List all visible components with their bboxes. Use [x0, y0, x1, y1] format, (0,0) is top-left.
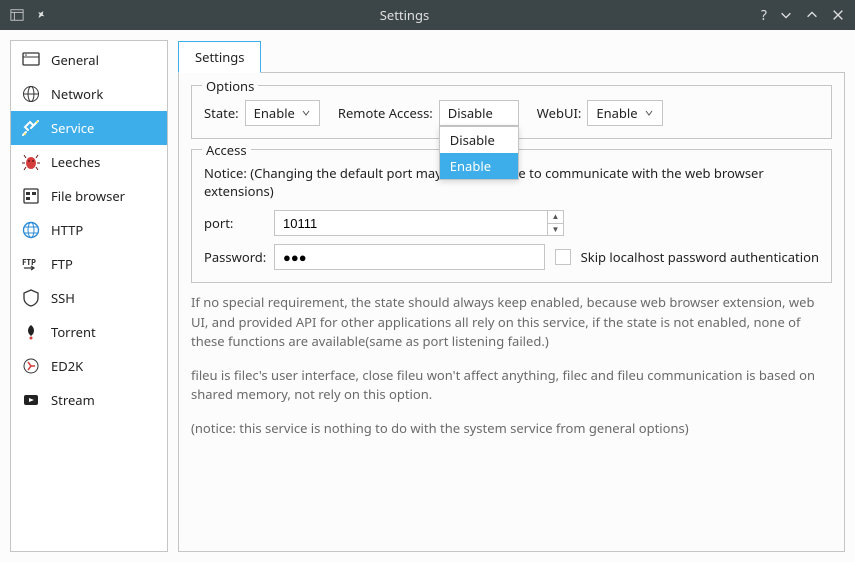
maximize-icon[interactable] — [805, 8, 819, 22]
leeches-icon — [21, 152, 41, 172]
sidebar-item-label: File browser — [51, 187, 125, 205]
skip-localhost-checkbox[interactable] — [555, 249, 571, 265]
sidebar-item-torrent[interactable]: Torrent — [11, 315, 167, 349]
port-spinbox[interactable]: ▲ ▼ — [274, 210, 564, 236]
content-panel: Settings Options State: Enable Remote Ac… — [178, 40, 845, 552]
sidebar-item-stream[interactable]: Stream — [11, 383, 167, 417]
remote-access-dropdown: Disable Enable — [439, 126, 519, 180]
info-block: If no special requirement, the state sho… — [191, 293, 832, 452]
titlebar: Settings ? — [0, 0, 855, 30]
help-icon[interactable]: ? — [761, 6, 767, 25]
remote-access-option-disable[interactable]: Disable — [440, 127, 518, 153]
sidebar-item-leeches[interactable]: Leeches — [11, 145, 167, 179]
network-icon — [21, 84, 41, 104]
port-label: port: — [204, 214, 264, 232]
info-paragraph-1: If no special requirement, the state sho… — [191, 293, 832, 352]
sidebar-item-ssh[interactable]: SSH — [11, 281, 167, 315]
info-paragraph-2: fileu is filec's user interface, close f… — [191, 366, 832, 405]
sidebar-item-label: ED2K — [51, 357, 83, 375]
window-title: Settings — [48, 6, 761, 24]
sidebar-item-general[interactable]: General — [11, 43, 167, 77]
ftp-icon: FTP — [21, 254, 41, 274]
sidebar-item-label: Service — [51, 119, 94, 137]
close-icon[interactable] — [831, 8, 845, 22]
sidebar: General Network Service Leeches File bro… — [10, 40, 168, 552]
sidebar-item-label: General — [51, 51, 99, 69]
remote-access-option-enable[interactable]: Enable — [440, 153, 518, 179]
webui-value: Enable — [596, 104, 637, 122]
sidebar-item-http[interactable]: HTTP — [11, 213, 167, 247]
app-menu-icon[interactable] — [10, 8, 24, 22]
access-group-title: Access — [202, 141, 251, 159]
port-spin-down[interactable]: ▼ — [548, 224, 563, 236]
sidebar-item-service[interactable]: Service — [11, 111, 167, 145]
webui-label: WebUI: — [537, 104, 582, 122]
sidebar-item-network[interactable]: Network — [11, 77, 167, 111]
state-label: State: — [204, 104, 239, 122]
tab-settings[interactable]: Settings — [178, 41, 261, 73]
tab-panel: Options State: Enable Remote Access: Dis… — [178, 72, 845, 552]
tab-row: Settings — [178, 40, 845, 72]
minimize-icon[interactable] — [779, 8, 793, 22]
ssh-icon — [21, 288, 41, 308]
port-spin-up[interactable]: ▲ — [548, 211, 563, 224]
sidebar-item-label: Network — [51, 85, 103, 103]
state-select[interactable]: Enable — [245, 100, 320, 126]
sidebar-item-ed2k[interactable]: ED2K — [11, 349, 167, 383]
remote-access-value: Disable — [448, 104, 510, 122]
state-value: Enable — [254, 104, 295, 122]
sidebar-item-label: Leeches — [51, 153, 100, 171]
chevron-down-icon — [301, 108, 311, 118]
service-icon — [21, 118, 41, 138]
svg-text:FTP: FTP — [22, 257, 36, 268]
pin-icon[interactable] — [34, 8, 48, 22]
webui-select[interactable]: Enable — [587, 100, 662, 126]
sidebar-item-label: Stream — [51, 391, 95, 409]
remote-access-select[interactable]: Disable Disable Enable — [439, 100, 519, 126]
sidebar-item-ftp[interactable]: FTP FTP — [11, 247, 167, 281]
info-paragraph-3: (notice: this service is nothing to do w… — [191, 419, 832, 439]
stream-icon — [21, 390, 41, 410]
file-browser-icon — [21, 186, 41, 206]
skip-localhost-label: Skip localhost password authentication — [581, 248, 819, 266]
sidebar-item-label: HTTP — [51, 221, 83, 239]
password-input[interactable] — [274, 244, 545, 270]
port-input[interactable] — [275, 211, 547, 235]
sidebar-item-label: Torrent — [51, 323, 96, 341]
password-label: Password: — [204, 248, 264, 266]
torrent-icon — [21, 322, 41, 342]
chevron-down-icon — [644, 108, 654, 118]
options-group-title: Options — [202, 77, 258, 95]
options-group: Options State: Enable Remote Access: Dis… — [191, 85, 832, 139]
sidebar-item-label: FTP — [51, 255, 73, 273]
http-icon — [21, 220, 41, 240]
remote-access-label: Remote Access: — [338, 104, 433, 122]
general-icon — [21, 50, 41, 70]
ed2k-icon — [21, 356, 41, 376]
sidebar-item-label: SSH — [51, 289, 75, 307]
sidebar-item-file-browser[interactable]: File browser — [11, 179, 167, 213]
